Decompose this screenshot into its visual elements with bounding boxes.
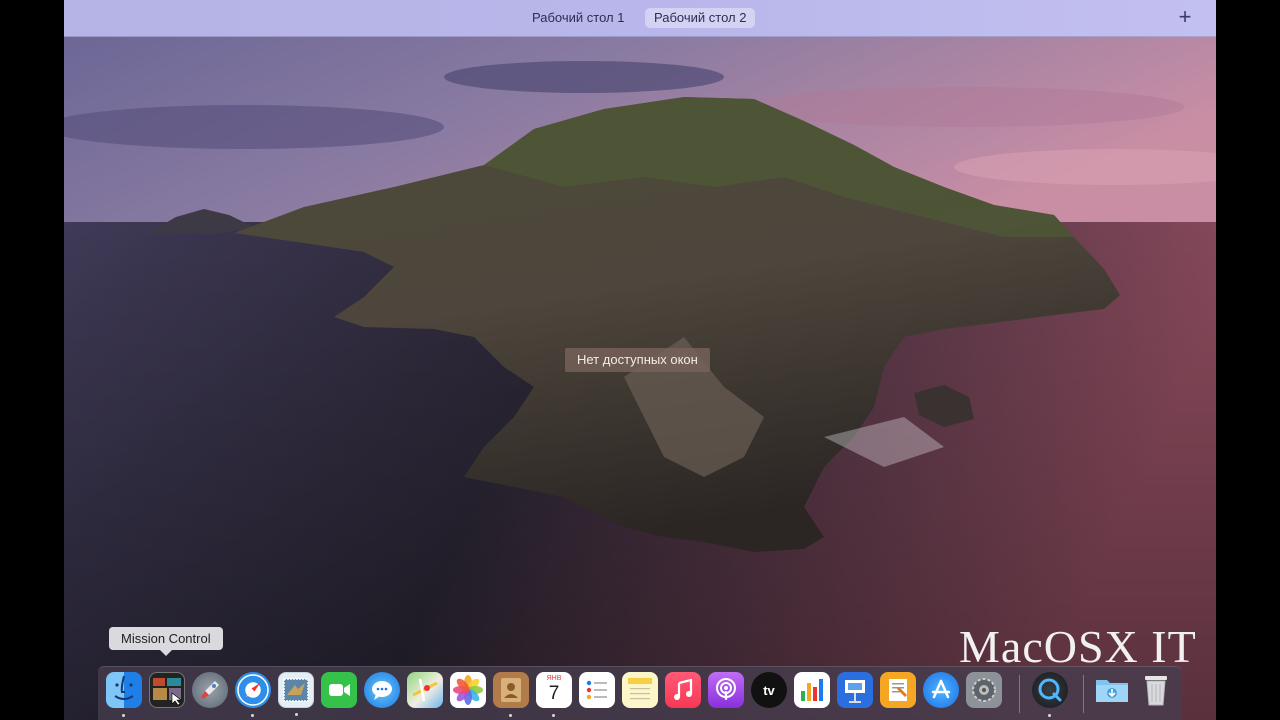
desktop-wallpaper[interactable] <box>64 37 1216 720</box>
music-icon[interactable] <box>665 672 701 708</box>
space-tab-desktop-2[interactable]: Рабочий стол 2 <box>645 8 756 28</box>
calendar-day: 7 <box>548 683 560 704</box>
finder-icon[interactable] <box>106 672 142 717</box>
photos-icon[interactable] <box>450 672 486 708</box>
tv-label: tv <box>763 682 775 698</box>
dock-tooltip: Mission Control <box>109 627 223 656</box>
space-tab-desktop-1[interactable]: Рабочий стол 1 <box>523 8 633 28</box>
running-indicator <box>295 713 298 716</box>
running-indicator <box>122 714 125 717</box>
messages-icon[interactable] <box>364 672 400 708</box>
running-indicator <box>552 714 555 717</box>
quicktime-icon[interactable] <box>1032 672 1068 717</box>
podcasts-icon[interactable] <box>708 672 744 708</box>
system-preferences-icon[interactable] <box>966 672 1002 708</box>
facetime-icon[interactable] <box>321 672 357 708</box>
safari-icon[interactable] <box>235 672 271 717</box>
tv-icon[interactable]: tv <box>751 672 787 708</box>
maps-icon[interactable] <box>407 672 443 708</box>
downloads-folder-icon[interactable] <box>1094 672 1130 708</box>
pages-icon[interactable] <box>880 672 916 708</box>
reminders-icon[interactable] <box>579 672 615 708</box>
keynote-icon[interactable] <box>837 672 873 708</box>
launchpad-icon[interactable] <box>192 672 228 708</box>
numbers-icon[interactable] <box>794 672 830 708</box>
contacts-icon[interactable] <box>493 672 529 717</box>
mission-control-icon[interactable] <box>149 672 185 708</box>
mail-icon[interactable] <box>278 672 314 716</box>
calendar-month: ЯНВ <box>546 675 562 682</box>
dock-separator <box>1083 675 1084 713</box>
running-indicator <box>509 714 512 717</box>
running-indicator <box>1048 714 1051 717</box>
add-space-button[interactable]: + <box>1174 6 1196 28</box>
running-indicator <box>251 714 254 717</box>
calendar-icon[interactable]: ЯНВ 7 <box>536 672 572 717</box>
dock-separator <box>1019 675 1020 713</box>
screen: Рабочий стол 1 Рабочий стол 2 + Нет дост… <box>64 0 1216 720</box>
dock: ЯНВ 7 tv <box>98 666 1182 720</box>
trash-icon[interactable] <box>1138 672 1174 708</box>
app-store-icon[interactable] <box>923 672 959 708</box>
spaces-bar: Рабочий стол 1 Рабочий стол 2 + <box>64 0 1216 37</box>
notes-icon[interactable] <box>622 672 658 708</box>
no-windows-label: Нет доступных окон <box>565 348 710 372</box>
